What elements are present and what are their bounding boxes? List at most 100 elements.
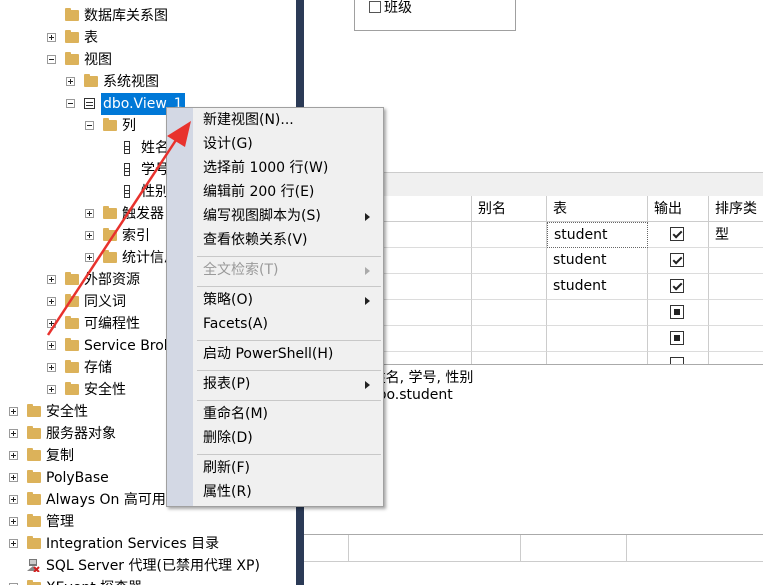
expand-icon[interactable] xyxy=(47,275,56,284)
grid-cell-table[interactable] xyxy=(547,326,648,352)
menu-item-reports[interactable]: 报表(P) xyxy=(203,373,250,395)
expand-icon[interactable] xyxy=(9,495,18,504)
grid-header-table[interactable]: 表 xyxy=(547,196,648,222)
menu-item-new-view[interactable]: 新建视图(N)... xyxy=(203,109,294,131)
grid-cell-table[interactable]: student xyxy=(547,274,648,300)
expand-icon[interactable] xyxy=(66,77,75,86)
tree-node-label: 数据库关系图 xyxy=(84,8,168,24)
grid-cell-sort-type[interactable] xyxy=(709,300,763,326)
output-checkbox[interactable] xyxy=(670,227,684,241)
expand-icon[interactable] xyxy=(9,429,18,438)
menu-item-start-powershell[interactable]: 启动 PowerShell(H) xyxy=(203,343,333,365)
expand-icon[interactable] xyxy=(47,297,56,306)
menu-item-policies[interactable]: 策略(O) xyxy=(203,289,253,311)
grid-cell-output[interactable] xyxy=(648,326,709,352)
folder-icon xyxy=(103,228,117,241)
tree-node-views[interactable]: 视图 xyxy=(0,49,296,71)
folder-icon xyxy=(27,448,41,461)
expand-icon[interactable] xyxy=(9,517,18,526)
grid-cell-sort-type[interactable] xyxy=(709,222,763,248)
output-checkbox[interactable] xyxy=(670,253,684,267)
expand-icon[interactable] xyxy=(9,407,18,416)
folder-icon xyxy=(27,426,41,439)
grid-cell-table[interactable] xyxy=(547,352,648,364)
grid-cell-table[interactable]: student xyxy=(547,248,648,274)
collapse-icon[interactable] xyxy=(66,99,75,108)
grid-cell-output[interactable] xyxy=(648,300,709,326)
grid-cell-sort-type[interactable] xyxy=(709,248,763,274)
expand-icon[interactable] xyxy=(47,341,56,350)
tree-node-label: 安全性 xyxy=(84,382,126,398)
grid-cell-table[interactable] xyxy=(547,300,648,326)
tree-node-sql-agent[interactable]: SQL Server 代理(已禁用代理 XP) xyxy=(0,555,296,577)
menu-item-delete[interactable]: 删除(D) xyxy=(203,427,253,449)
expand-icon[interactable] xyxy=(85,253,94,262)
submenu-arrow-icon xyxy=(365,267,370,275)
grid-cell-sort-type[interactable] xyxy=(709,326,763,352)
grid-header-alias[interactable]: 别名 xyxy=(472,196,547,222)
output-checkbox[interactable] xyxy=(670,331,684,345)
tree-node-label: 复制 xyxy=(46,448,74,464)
table-box[interactable]: 班级 xyxy=(354,0,516,31)
expand-icon[interactable] xyxy=(47,363,56,372)
menu-item-refresh[interactable]: 刷新(F) xyxy=(203,457,250,479)
output-checkbox[interactable] xyxy=(670,357,684,364)
tree-node-xevent-profiler[interactable]: XEvent 探查器 xyxy=(0,577,296,585)
output-checkbox[interactable] xyxy=(670,305,684,319)
column-icon xyxy=(124,163,130,176)
collapse-icon[interactable] xyxy=(47,55,56,64)
grid-cell-table[interactable]: student xyxy=(547,222,648,248)
expand-icon[interactable] xyxy=(47,319,56,328)
folder-icon xyxy=(103,206,117,219)
grid-cell-alias[interactable] xyxy=(472,326,547,352)
expand-icon[interactable] xyxy=(9,473,18,482)
folder-icon xyxy=(65,294,79,307)
expand-icon[interactable] xyxy=(9,451,18,460)
expand-icon[interactable] xyxy=(47,385,56,394)
menu-item-full-text-search: 全文检索(T) xyxy=(203,262,279,278)
grid-cell-sort-type[interactable] xyxy=(709,352,763,364)
menu-item-facets[interactable]: Facets(A) xyxy=(203,313,268,335)
expand-icon[interactable] xyxy=(85,231,94,240)
tree-node-tables[interactable]: 表 xyxy=(0,27,296,49)
output-checkbox[interactable] xyxy=(670,279,684,293)
menu-item-view-dependencies[interactable]: 查看依赖关系(V) xyxy=(203,229,308,251)
grid-cell-alias[interactable] xyxy=(472,300,547,326)
grid-cell-alias[interactable] xyxy=(472,222,547,248)
grid-header-sort-type[interactable]: 排序类型 xyxy=(709,196,763,243)
tree-node-integration-services[interactable]: Integration Services 目录 xyxy=(0,533,296,555)
folder-icon xyxy=(65,316,79,329)
tree-node-label: 表 xyxy=(84,30,98,46)
grid-cell-alias[interactable] xyxy=(472,352,547,364)
folder-icon xyxy=(65,272,79,285)
tree-node-management[interactable]: 管理 xyxy=(0,511,296,533)
results-header-divider xyxy=(348,535,349,561)
grid-cell-alias[interactable] xyxy=(472,274,547,300)
grid-cell-alias[interactable] xyxy=(472,248,547,274)
grid-cell-output[interactable] xyxy=(648,274,709,300)
menu-item-properties[interactable]: 属性(R) xyxy=(203,481,252,503)
grid-header-output[interactable]: 输出 xyxy=(648,196,709,222)
tree-node-system-views[interactable]: 系统视图 xyxy=(0,71,296,93)
menu-item-edit-top-200[interactable]: 编辑前 200 行(E) xyxy=(203,181,314,203)
expand-icon[interactable] xyxy=(47,33,56,42)
menu-item-rename[interactable]: 重命名(M) xyxy=(203,403,268,425)
grid-cell-sort-type[interactable] xyxy=(709,274,763,300)
collapse-icon[interactable] xyxy=(85,121,94,130)
menu-item-select-top-1000[interactable]: 选择前 1000 行(W) xyxy=(203,157,328,179)
grid-cell-output[interactable] xyxy=(648,248,709,274)
results-pane[interactable] xyxy=(304,534,763,586)
column-checkbox[interactable] xyxy=(369,1,381,13)
grid-cell-output[interactable] xyxy=(648,352,709,364)
tree-node-label: 系统视图 xyxy=(103,74,159,90)
tree-node-label: 性别 xyxy=(141,184,169,200)
menu-icon-gutter xyxy=(167,108,193,506)
submenu-arrow-icon xyxy=(365,381,370,389)
menu-item-script-view-as[interactable]: 编写视图脚本为(S) xyxy=(203,205,321,227)
tree-node-label: Integration Services 目录 xyxy=(46,536,220,552)
menu-item-design[interactable]: 设计(G) xyxy=(203,133,253,155)
expand-icon[interactable] xyxy=(9,539,18,548)
expand-icon[interactable] xyxy=(85,209,94,218)
grid-cell-output[interactable] xyxy=(648,222,709,248)
tree-node-database-diagrams[interactable]: 数据库关系图 xyxy=(0,5,296,27)
